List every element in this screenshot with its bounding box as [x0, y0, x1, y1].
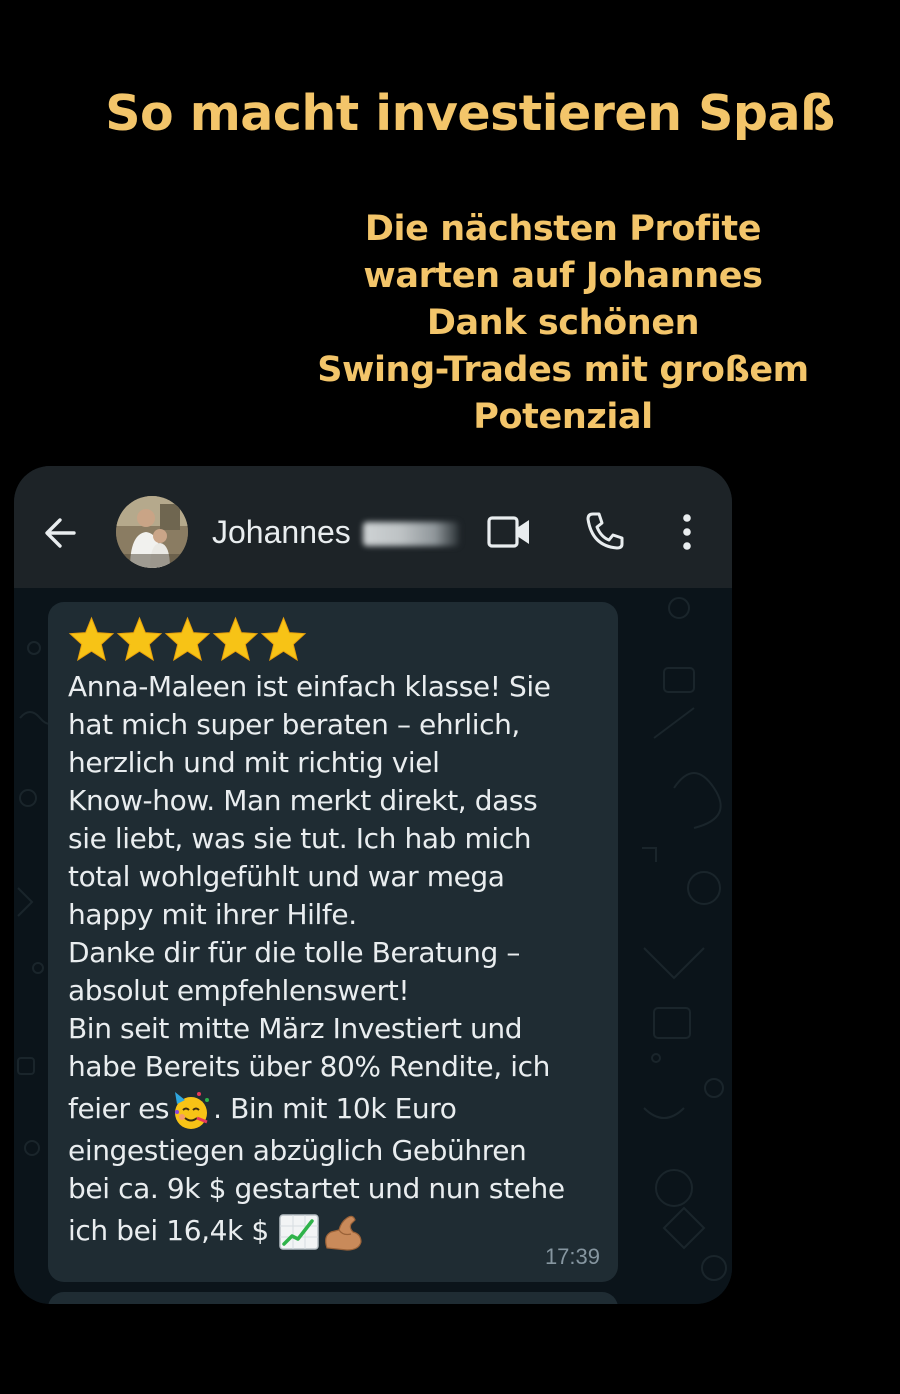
- subheadline-line: Die nächsten Profite: [364, 209, 762, 249]
- phone-icon: [586, 512, 624, 550]
- subheadline-line: Swing-Trades mit großem: [317, 350, 809, 390]
- video-call-button[interactable]: [486, 512, 532, 552]
- back-button[interactable]: [40, 512, 82, 554]
- three-dots-vertical-icon: [683, 514, 691, 550]
- message-line: total wohlgefühlt und war mega: [68, 860, 505, 893]
- star-icon: [68, 616, 115, 662]
- chat-screenshot: Johannes Anna-Maleen ist einfach klasse!…: [14, 466, 732, 1304]
- message-fragment: . Bin mit 10k Euro: [213, 1092, 457, 1125]
- message-line: Bin seit mitte März Investiert und: [68, 1012, 523, 1045]
- message-line: Anna-Maleen ist einfach klasse! Sie: [68, 670, 551, 703]
- subheadline-line: warten auf Johannes: [363, 256, 763, 296]
- message-line: herzlich und mit richtig viel: [68, 746, 440, 779]
- message-line: sie liebt, was sie tut. Ich hab mich: [68, 822, 532, 855]
- message-line: bei ca. 9k $ gestartet und nun stehe: [68, 1172, 565, 1205]
- voice-call-button[interactable]: [584, 510, 626, 552]
- contact-photo: [116, 496, 188, 568]
- chat-header: Johannes: [14, 466, 732, 588]
- next-message-bubble[interactable]: [48, 1292, 618, 1304]
- subheadline: Die nächsten Profite warten auf Johannes…: [300, 206, 826, 441]
- flexed-biceps-icon: [321, 1210, 365, 1254]
- message-line: eingestiegen abzüglich Gebühren: [68, 1134, 527, 1167]
- message-fragment: ich bei 16,4k $: [68, 1214, 278, 1247]
- message-fragment: feier es: [68, 1092, 170, 1125]
- message-bubble[interactable]: Anna-Maleen ist einfach klasse! Sie hat …: [48, 602, 618, 1282]
- message-line: habe Bereits über 80% Rendite, ich: [68, 1050, 550, 1083]
- message-line: happy mit ihrer Hilfe.: [68, 898, 357, 931]
- message-text: Anna-Maleen ist einfach klasse! Sie hat …: [68, 668, 608, 1254]
- star-icon: [212, 616, 259, 662]
- chart-increasing-icon: [277, 1210, 321, 1254]
- headline: So macht investieren Spaß: [105, 85, 835, 142]
- arrow-left-icon: [45, 518, 76, 548]
- redacted-surname: [363, 522, 459, 546]
- message-line: feier es . Bin mit 10k Euro: [68, 1086, 608, 1132]
- star-icon: [116, 616, 163, 662]
- subheadline-line: Dank schönen: [426, 303, 700, 343]
- partying-face-icon: [169, 1088, 213, 1132]
- message-line: Danke dir für die tolle Beratung –: [68, 936, 520, 969]
- message-line: ich bei 16,4k $: [68, 1208, 608, 1254]
- star-icon: [260, 616, 307, 662]
- message-line: Know-how. Man merkt direkt, dass: [68, 784, 538, 817]
- star-rating: [68, 616, 307, 666]
- message-timestamp: 17:39: [544, 1244, 600, 1269]
- message-line: hat mich super beraten – ehrlich,: [68, 708, 520, 741]
- contact-name[interactable]: Johannes: [212, 510, 351, 554]
- message-line: absolut empfehlenswert!: [68, 974, 410, 1007]
- video-camera-icon: [487, 516, 529, 548]
- star-icon: [164, 616, 211, 662]
- avatar[interactable]: [116, 496, 188, 568]
- more-options-button[interactable]: [674, 512, 700, 552]
- subheadline-line: Potenzial: [473, 397, 653, 437]
